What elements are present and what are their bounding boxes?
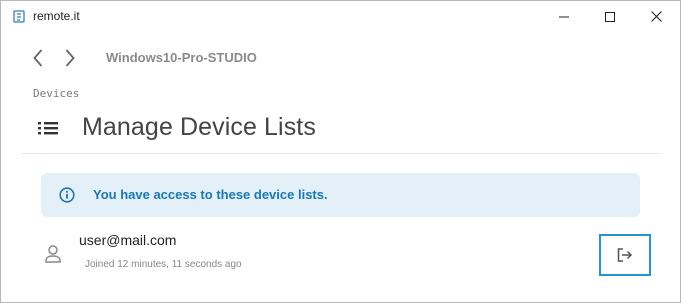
minimize-icon (559, 16, 569, 17)
page-title: Manage Device Lists (82, 113, 316, 141)
device-name: Windows10-Pro-STUDIO (106, 50, 257, 65)
user-joined-time: Joined 12 minutes, 11 seconds ago (85, 259, 242, 270)
leave-list-button[interactable] (599, 234, 651, 276)
chevron-left-icon (33, 49, 43, 67)
close-button[interactable] (633, 1, 679, 32)
divider (21, 153, 661, 154)
alert-text: You have access to these device lists. (93, 187, 328, 202)
info-alert: You have access to these device lists. (41, 173, 640, 217)
leave-icon (617, 248, 633, 262)
maximize-button[interactable] (587, 1, 633, 32)
user-email: user@mail.com (79, 232, 177, 248)
back-button[interactable] (29, 47, 47, 69)
title-bar: remote.it (1, 1, 680, 32)
breadcrumb[interactable]: Devices (33, 87, 79, 100)
chevron-right-icon (65, 49, 75, 67)
list-icon (37, 119, 59, 137)
window-title: remote.it (33, 9, 80, 23)
app-window: remote.it Windows10-Pro-STUDIO Devices M… (0, 0, 681, 303)
forward-button[interactable] (61, 47, 79, 69)
remoteit-app-icon (13, 10, 25, 23)
maximize-icon (605, 11, 615, 22)
minimize-button[interactable] (541, 1, 587, 32)
info-icon (59, 187, 75, 203)
person-icon (44, 244, 62, 264)
close-icon (650, 11, 662, 22)
